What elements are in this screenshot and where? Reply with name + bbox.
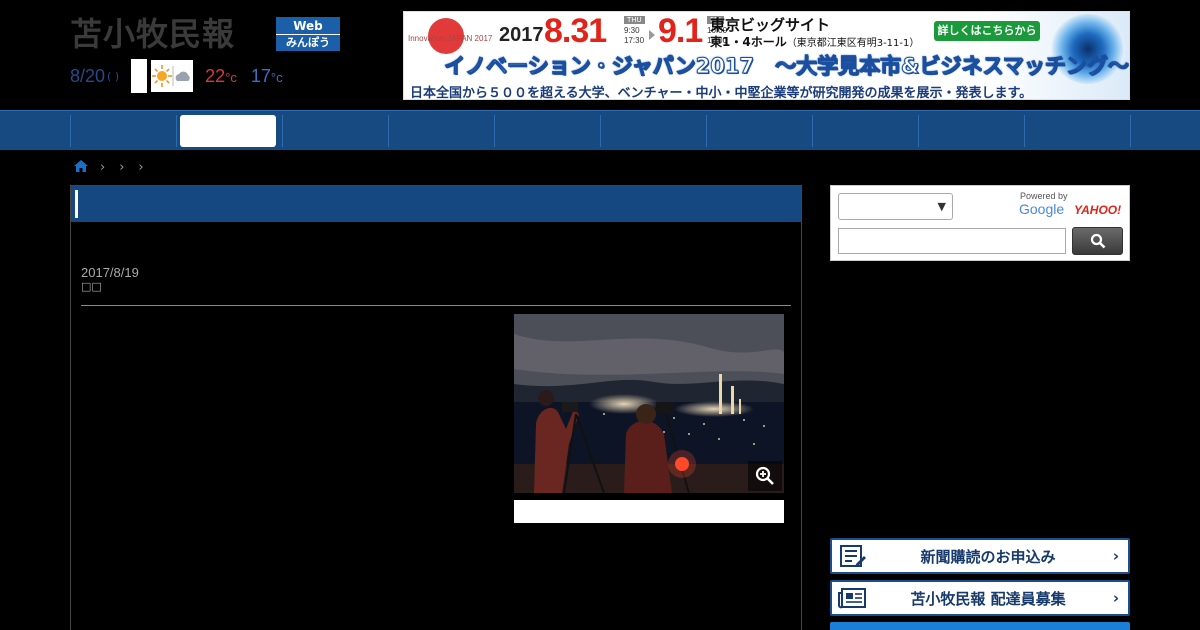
- breadcrumb: › › ›: [74, 158, 146, 176]
- home-icon[interactable]: [74, 159, 88, 175]
- banner-title: イノベーション・ジャパン2017 〜大学見本市&ビジネスマッチング〜: [444, 54, 1129, 79]
- article-title-bar: [71, 186, 801, 222]
- breadcrumb-separator: ›: [138, 159, 144, 175]
- article-date: 2017/8/19: [81, 265, 139, 280]
- article-author: □□: [81, 280, 102, 293]
- time1-start: 9:30: [624, 26, 640, 35]
- high-temperature: 22°c: [205, 66, 237, 87]
- page: 苫小牧民報 Web みんぽう 8/20 ( ) 22°c 17°c Innova…: [0, 0, 1200, 630]
- article-photo[interactable]: [514, 314, 784, 493]
- zoom-in-icon: [755, 466, 774, 485]
- search-input[interactable]: [838, 228, 1066, 254]
- powered-by-label: Powered by: [1020, 191, 1068, 201]
- nav-item-1[interactable]: [71, 111, 177, 151]
- web-badge-bottom: みんぽう: [276, 34, 340, 50]
- breadcrumb-separator: ›: [119, 159, 125, 175]
- low-temperature: 17°c: [251, 66, 283, 87]
- web-minpou-badge[interactable]: Web みんぽう: [276, 17, 340, 51]
- banner-hall-name: 東1・4ホール: [710, 35, 787, 49]
- logo-text: 苫小牧民報: [70, 15, 236, 53]
- site-search-box: ▼ Powered by Google YAHOO!: [830, 185, 1130, 261]
- search-icon: [1090, 233, 1105, 249]
- banner-dow-1: THU: [624, 16, 645, 24]
- nav-item-5[interactable]: [495, 111, 601, 151]
- weekday-placeholder: ( ): [107, 69, 120, 83]
- banner-subtitle: 日本全国から５００を超える大学、ベンチャー・中小・中堅企業等が研究開発の成果を展…: [410, 86, 1033, 100]
- newspaper-form-icon: [832, 540, 872, 572]
- subscribe-label: 新聞購読のお申込み: [920, 547, 1056, 566]
- sun-cloud-icon: [151, 60, 194, 92]
- google-text: Google: [1019, 201, 1065, 217]
- google-logo: Google: [1019, 201, 1064, 217]
- photo-caption: [514, 500, 784, 523]
- banner-address: （東京都江東区有明3-11-1）: [786, 38, 920, 49]
- article-divider: [81, 305, 791, 306]
- low-temp-value: 17: [250, 65, 271, 86]
- date-weather-bar: 8/20 ( ) 22°c 17°c: [70, 59, 283, 93]
- zoom-in-button[interactable]: [748, 461, 782, 491]
- article-panel: 2017/8/19 □□: [70, 185, 802, 630]
- banner-date-1: 8.31: [544, 12, 607, 50]
- sidebar-blue-button-partial[interactable]: [830, 622, 1130, 630]
- nav-item-7[interactable]: [707, 111, 813, 151]
- main-nav: [0, 110, 1200, 150]
- nav-item-9[interactable]: [919, 111, 1025, 151]
- breadcrumb-separator: ›: [100, 159, 106, 175]
- weather-spacer: [131, 59, 148, 93]
- nav-item-6[interactable]: [601, 111, 707, 151]
- low-temp-unit: °c: [270, 69, 283, 85]
- banner-logo-text: Innovation JAPAN 2017: [408, 34, 493, 43]
- nav-item-2[interactable]: [180, 115, 276, 147]
- banner-time-1: 9:30 17:30: [624, 26, 644, 46]
- high-temp-value: 22: [205, 65, 226, 86]
- nav-item-8[interactable]: [813, 111, 919, 151]
- banner-date-2: 9.1: [658, 12, 703, 50]
- time1-end: 17:30: [624, 36, 645, 45]
- title-accent-bar: [75, 190, 78, 218]
- search-button[interactable]: [1072, 227, 1123, 255]
- banner-arrow-icon: [649, 30, 655, 40]
- today-date: 8/20: [70, 65, 106, 86]
- web-badge-top: Web: [293, 19, 323, 33]
- yahoo-logo: YAHOO!: [1074, 203, 1122, 217]
- newspaper-icon: [832, 582, 872, 614]
- chevron-down-icon: ▼: [937, 200, 946, 213]
- nav-item-3[interactable]: [283, 111, 389, 151]
- high-temp-unit: °c: [225, 69, 237, 85]
- chevron-right-icon: ›: [1112, 547, 1120, 565]
- site-logo[interactable]: 苫小牧民報 Web みんぽう: [70, 14, 340, 54]
- banner-venue: 東京ビッグサイト: [710, 16, 831, 34]
- innovation-japan-banner-ad[interactable]: Innovation JAPAN 2017 2017 8.31 THU 9:30…: [403, 11, 1130, 100]
- night-factory-photo: [514, 314, 784, 493]
- delivery-recruit-button[interactable]: 苫小牧民報 配達員募集 ›: [830, 580, 1130, 616]
- delivery-recruit-label: 苫小牧民報 配達員募集: [910, 589, 1066, 608]
- nav-item-10[interactable]: [1025, 111, 1131, 151]
- nav-item-4[interactable]: [389, 111, 495, 151]
- banner-details-button[interactable]: 詳しくはこちらから: [934, 21, 1040, 41]
- banner-hall: 東1・4ホール（東京都江東区有明3-11-1）: [710, 33, 919, 50]
- subscribe-button[interactable]: 新聞購読のお申込み ›: [830, 538, 1130, 574]
- chevron-right-icon: ›: [1112, 589, 1120, 607]
- search-scope-select[interactable]: ▼: [838, 193, 953, 220]
- banner-year: 2017: [499, 24, 544, 46]
